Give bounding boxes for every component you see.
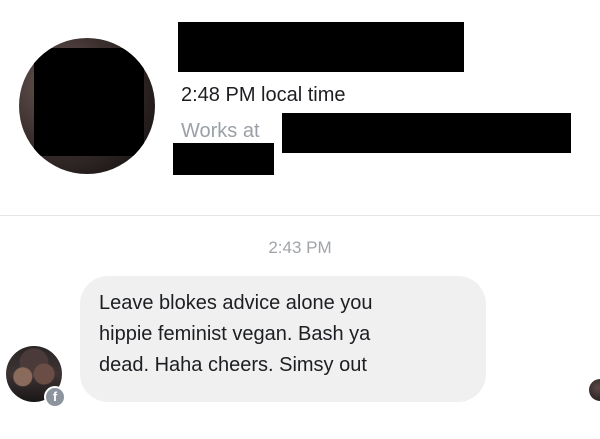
local-time-text: 2:48 PM local time [181,84,346,106]
name-redaction [178,22,464,72]
message-line: dead. Haha cheers. Simsy out [99,354,367,376]
works-at-label: Works at [181,120,260,142]
avatar-redaction [34,48,144,156]
message-line: hippie feminist vegan. Bash ya [99,323,371,345]
workplace-redaction-continued [173,143,274,175]
read-receipt-avatar [589,379,600,401]
workplace-redaction [282,113,571,153]
message-bubble[interactable]: Leave blokes advice alone you hippie fem… [80,276,486,402]
message-line: Leave blokes advice alone you [99,292,373,314]
message-timestamp: 2:43 PM [268,238,332,257]
profile-header: 2:48 PM local time Works at [0,0,600,215]
profile-avatar[interactable] [19,38,155,174]
facebook-icon: f [44,386,66,408]
header-divider [0,215,600,216]
